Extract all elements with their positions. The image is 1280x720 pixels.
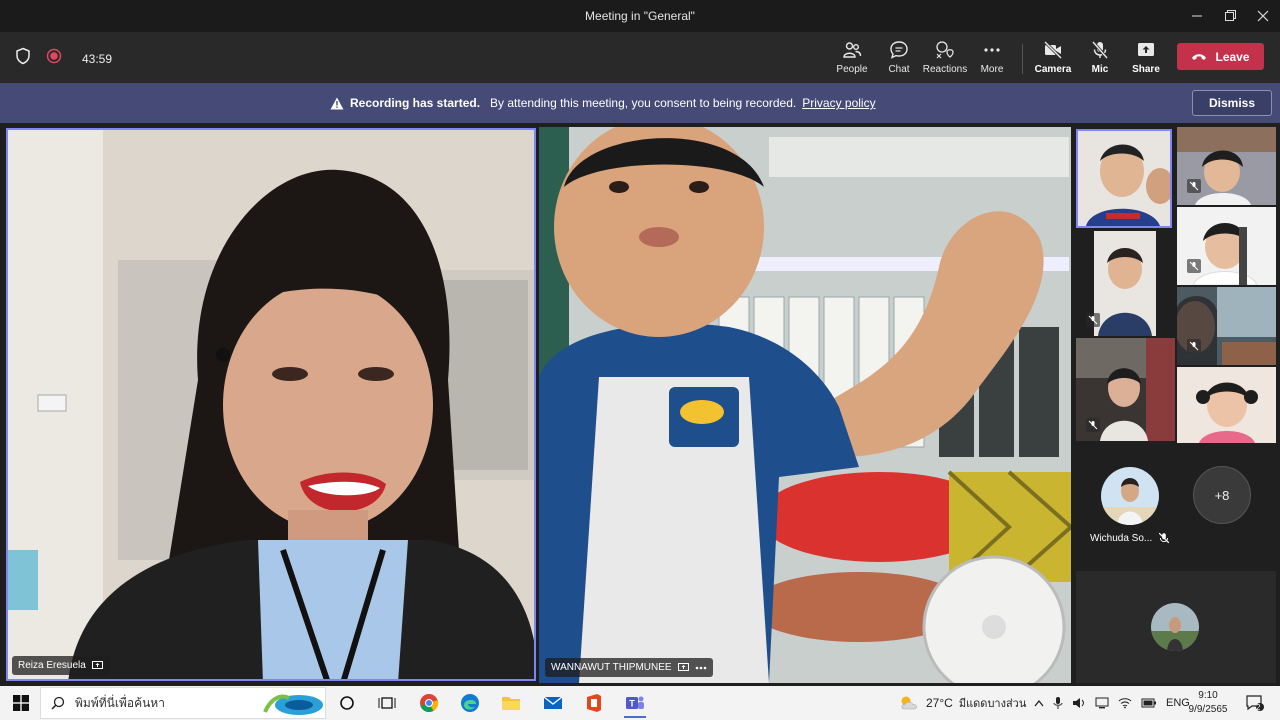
dismiss-button[interactable]: Dismiss: [1192, 90, 1272, 116]
banner-message: By attending this meeting, you consent t…: [490, 96, 797, 110]
title-bar: Meeting in "General": [0, 0, 1280, 32]
video-stage: Reiza Eresuela WANNAWUT THIPMUNEE Wichud…: [0, 123, 1280, 686]
shield-icon: [14, 47, 32, 70]
thumbnail-participant[interactable]: [1076, 129, 1172, 228]
windows-start-icon[interactable]: [10, 692, 32, 714]
self-avatar: [1151, 603, 1199, 651]
warning-icon: [330, 97, 344, 109]
recording-banner: Recording has started. By attending this…: [0, 83, 1280, 123]
chevron-up-icon[interactable]: [1034, 699, 1044, 707]
mic-off-icon: [1187, 339, 1201, 353]
thumbnail-participant[interactable]: [1177, 207, 1276, 285]
thumbnail-participant[interactable]: [1076, 338, 1175, 441]
avatar-wichuda[interactable]: [1101, 467, 1159, 525]
minimize-icon[interactable]: [1180, 0, 1214, 32]
video-tile-presenter[interactable]: Reiza Eresuela: [6, 128, 536, 681]
search-highlight-icon: [263, 694, 323, 715]
reactions-icon: [936, 41, 954, 59]
meeting-timer: 43:59: [82, 51, 113, 66]
name-badge-presenter: Reiza Eresuela: [12, 656, 109, 675]
mic-off-icon: [1159, 532, 1170, 544]
meeting-toolbar: 43:59 People Chat Reactions More Camera …: [0, 32, 1280, 83]
more-button[interactable]: More: [964, 40, 1020, 80]
taskbar: พิมพ์ที่นี่เพื่อค้นหา T 27°C มีแดดบางส่ว…: [0, 686, 1280, 720]
system-tray: ENG: [1034, 686, 1190, 720]
chat-icon: [890, 41, 908, 59]
mic-off-icon: [1086, 313, 1100, 327]
maximize-icon[interactable]: [1213, 0, 1247, 32]
leave-button[interactable]: Leave: [1177, 43, 1264, 70]
video-tile-student[interactable]: WANNAWUT THIPMUNEE: [539, 127, 1071, 683]
volume-icon[interactable]: [1072, 697, 1086, 709]
mic-off-icon: [1187, 259, 1201, 273]
mic-off-icon: [1091, 41, 1109, 59]
more-options-icon[interactable]: [695, 666, 707, 670]
taskbar-search-box[interactable]: พิมพ์ที่นี่เพื่อค้นหา: [40, 687, 326, 719]
window-title: Meeting in "General": [585, 9, 695, 23]
chrome-icon[interactable]: [418, 692, 440, 714]
close-icon[interactable]: [1246, 0, 1280, 32]
video-frame-presenter: [8, 130, 534, 679]
toolbar-divider: [1022, 44, 1023, 74]
camera-off-icon: [1043, 40, 1063, 60]
hangup-icon: [1192, 53, 1207, 60]
mic-off-icon: [1086, 418, 1100, 432]
screen-share-icon: [677, 663, 689, 671]
people-icon: [843, 42, 862, 58]
file-explorer-icon[interactable]: [500, 692, 522, 714]
overflow-participants-button[interactable]: +8: [1193, 466, 1251, 524]
wifi-icon[interactable]: [1118, 697, 1132, 709]
display-icon[interactable]: [1095, 697, 1109, 709]
screen-share-icon: [91, 661, 103, 669]
participant-label-wichuda: Wichuda So...: [1090, 527, 1170, 549]
share-button[interactable]: Share: [1118, 40, 1174, 80]
recording-icon: [46, 48, 62, 69]
partly-sunny-icon: [901, 696, 917, 710]
clock[interactable]: 9:10 9/9/2565: [1176, 689, 1240, 717]
thumbnail-participant[interactable]: [1076, 231, 1175, 336]
share-icon: [1138, 43, 1154, 56]
self-view-tile[interactable]: [1076, 571, 1276, 683]
banner-title: Recording has started.: [350, 96, 481, 110]
microphone-icon[interactable]: [1053, 696, 1063, 710]
name-badge-student: WANNAWUT THIPMUNEE: [545, 658, 713, 677]
video-frame-student: [539, 127, 1071, 683]
battery-icon[interactable]: [1141, 698, 1157, 708]
notifications-icon[interactable]: 2: [1244, 692, 1266, 714]
mail-icon[interactable]: [542, 692, 564, 714]
thumbnail-participant[interactable]: [1177, 367, 1276, 443]
office-icon[interactable]: [583, 692, 605, 714]
cortana-icon[interactable]: [336, 692, 358, 714]
more-icon: [984, 48, 1000, 52]
thumbnail-participant[interactable]: [1177, 127, 1276, 205]
thumbnail-participant[interactable]: [1177, 287, 1276, 365]
task-view-icon[interactable]: [376, 692, 398, 714]
edge-icon[interactable]: [459, 692, 481, 714]
weather-widget[interactable]: 27°C มีแดดบางส่วน: [898, 686, 1026, 720]
mic-off-icon: [1187, 179, 1201, 193]
search-icon: [51, 696, 65, 710]
teams-icon[interactable]: T: [624, 690, 646, 718]
privacy-policy-link[interactable]: Privacy policy: [802, 96, 875, 110]
svg-text:T: T: [629, 699, 635, 709]
